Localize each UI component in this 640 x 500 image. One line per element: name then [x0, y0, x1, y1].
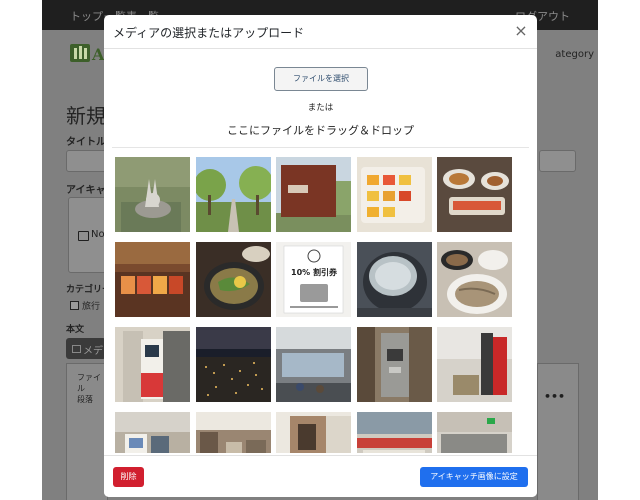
category-link[interactable]: ategory [555, 49, 594, 60]
media-thumb-19[interactable] [357, 412, 432, 453]
eyecatch-preview[interactable]: No [68, 197, 108, 273]
media-modal: メディアの選択またはアップロード × ファイルを選択 または ここにファイルをド… [104, 15, 537, 497]
eyecatch-placeholder: No [91, 229, 105, 240]
nav-top-link[interactable]: トップ [70, 8, 103, 24]
media-grid: 10% 割引券 [104, 156, 537, 453]
page-heading: 新規 [66, 104, 106, 128]
drop-zone-text: ここにファイルをドラッグ＆ドロップ [227, 124, 414, 137]
editor-toolbar-paragraph[interactable]: 段落 [77, 394, 93, 405]
editor-box[interactable]: ファイル 段落 [66, 363, 108, 500]
media-thumb-17[interactable] [196, 412, 271, 453]
file-select-button[interactable]: ファイルを選択 [274, 67, 368, 91]
svg-text:A: A [91, 45, 105, 64]
media-icon [72, 345, 81, 353]
media-thumb-13[interactable] [276, 327, 351, 402]
eyecatch-label: アイキャ [66, 185, 106, 196]
media-thumb-1[interactable] [115, 157, 190, 232]
media-thumb-18[interactable] [276, 412, 351, 453]
set-eyecatch-button[interactable]: アイキャッチ画像に設定 [420, 467, 528, 487]
coupon-text: 10% 割引券 [291, 267, 338, 277]
title-input-right[interactable] [539, 150, 576, 172]
category-checkbox[interactable] [70, 301, 79, 310]
category-option: 旅行 [82, 302, 101, 312]
media-thumb-7[interactable] [196, 242, 271, 317]
media-thumb-4[interactable] [357, 157, 432, 232]
media-thumb-8[interactable]: 10% 割引券 [276, 242, 351, 317]
upload-area[interactable]: ファイルを選択 または ここにファイルをドラッグ＆ドロップ [112, 49, 529, 148]
media-thumb-14[interactable] [357, 327, 432, 402]
editor-toolbar-file[interactable]: ファイル [77, 372, 107, 394]
title-label: タイトル [66, 137, 106, 148]
media-button-label: メデ [83, 346, 103, 357]
close-icon[interactable]: × [513, 23, 529, 39]
media-thumb-6[interactable] [115, 242, 190, 317]
media-thumb-2[interactable] [196, 157, 271, 232]
modal-footer: 削除 アイキャッチ画像に設定 [104, 455, 537, 497]
media-button[interactable]: メデ [66, 338, 106, 359]
media-thumb-11[interactable] [115, 327, 190, 402]
media-thumb-3[interactable] [276, 157, 351, 232]
media-thumb-16[interactable] [115, 412, 190, 453]
body-label: 本文 [66, 325, 85, 335]
modal-title: メディアの選択またはアップロード [113, 26, 305, 40]
modal-header: メディアの選択またはアップロード × [104, 15, 537, 49]
media-thumb-20[interactable] [437, 412, 512, 453]
delete-button[interactable]: 削除 [113, 467, 144, 487]
media-thumb-15[interactable] [437, 327, 512, 402]
image-icon [78, 231, 89, 241]
media-thumb-5[interactable] [437, 157, 512, 232]
media-thumb-10[interactable] [437, 242, 512, 317]
more-icon[interactable]: ••• [544, 390, 565, 403]
media-thumb-12[interactable] [196, 327, 271, 402]
or-text: または [307, 103, 334, 113]
editor-box-right[interactable]: ••• [537, 363, 579, 500]
media-thumb-9[interactable] [357, 242, 432, 317]
title-input-left[interactable] [66, 150, 108, 172]
